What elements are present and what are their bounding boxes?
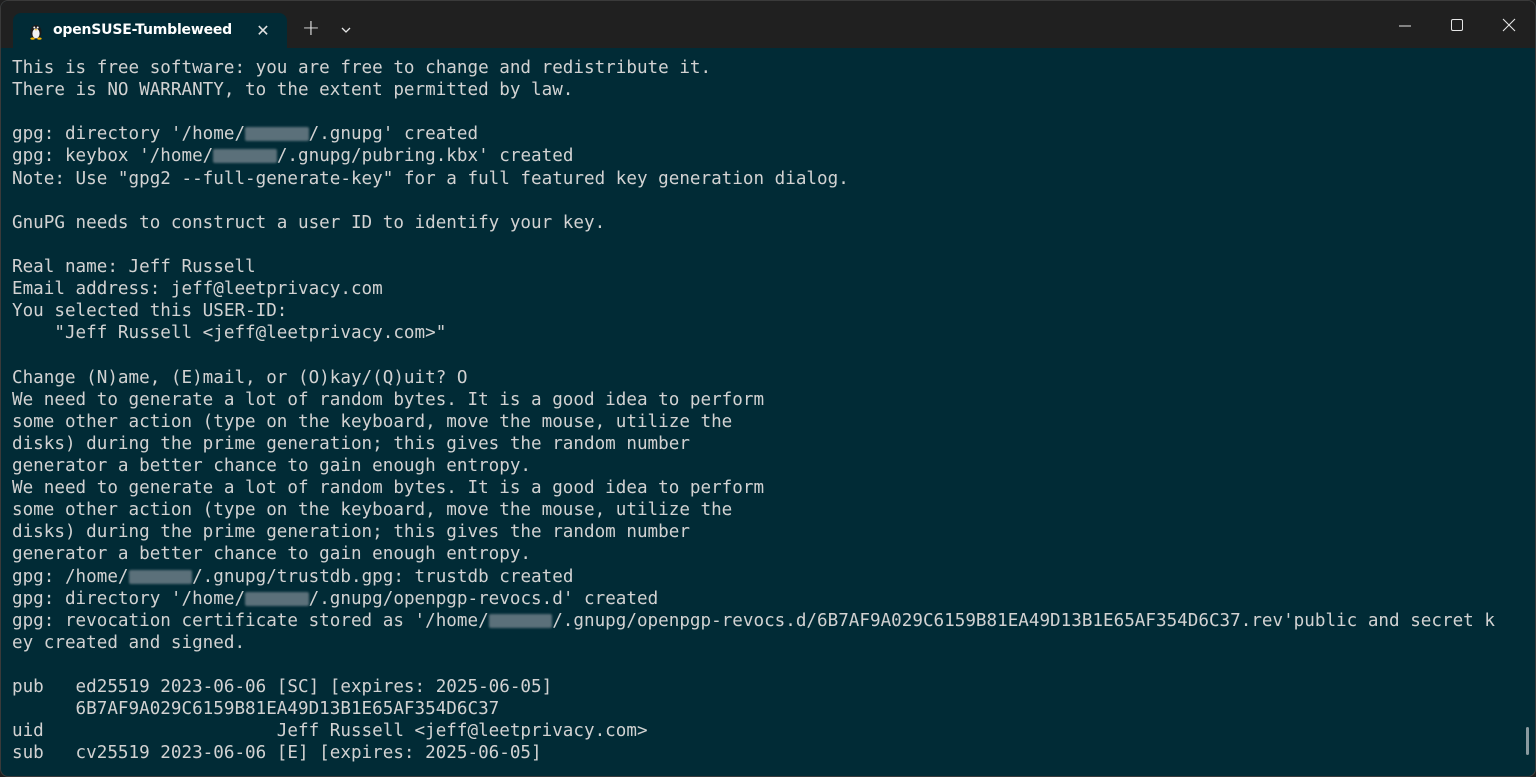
terminal-text: gpg: directory '/home/ bbox=[12, 124, 246, 145]
terminal-line: uid Jeff Russell <jeff@leetprivacy.com> bbox=[12, 720, 1522, 742]
terminal-text: gpg: /home/ bbox=[12, 566, 129, 587]
terminal-text: We need to generate a lot of random byte… bbox=[12, 478, 765, 499]
terminal-line: Change (N)ame, (E)mail, or (O)kay/(Q)uit… bbox=[12, 367, 1522, 389]
terminal-text: This is free software: you are free to c… bbox=[12, 58, 712, 78]
chevron-down-icon[interactable] bbox=[334, 14, 358, 46]
terminal-text: /.gnupg/pubring.kbx' created bbox=[276, 146, 574, 167]
terminal-line: Email address: jeff@leetprivacy.com bbox=[12, 278, 1522, 300]
terminal-text: /.gnupg/openpgp-revocs.d' created bbox=[308, 588, 659, 609]
terminal-line: We need to generate a lot of random byte… bbox=[12, 477, 1522, 499]
maximize-button[interactable] bbox=[1431, 1, 1483, 48]
terminal-line: disks) during the prime generation; this… bbox=[12, 521, 1522, 543]
terminal-text: disks) during the prime generation; this… bbox=[12, 522, 690, 543]
terminal-text: /.gnupg/trustdb.gpg: trustdb created bbox=[192, 566, 574, 587]
terminal-text: sub cv25519 2023-06-06 [E] [expires: 202… bbox=[12, 743, 542, 764]
terminal-line: gpg: revocation certificate stored as '/… bbox=[12, 610, 1522, 632]
redacted-username bbox=[245, 591, 309, 606]
terminal-text: /.gnupg/openpgp-revocs.d/6B7AF9A029C6159… bbox=[552, 610, 1495, 631]
terminal-text: disks) during the prime generation; this… bbox=[12, 433, 690, 454]
terminal-line: sub cv25519 2023-06-06 [E] [expires: 202… bbox=[12, 742, 1522, 764]
redacted-username bbox=[488, 613, 553, 628]
terminal-text: GnuPG needs to construct a user ID to id… bbox=[12, 212, 606, 233]
terminal-text: gpg: keybox '/home/ bbox=[12, 146, 214, 167]
terminal-text: /.gnupg' created bbox=[308, 124, 479, 145]
terminal-text: You selected this USER-ID: bbox=[12, 301, 288, 322]
terminal-line: Real name: Jeff Russell bbox=[12, 256, 1522, 278]
terminal-line: GnuPG needs to construct a user ID to id… bbox=[12, 212, 1522, 234]
terminal-text: gpg: revocation certificate stored as '/… bbox=[12, 610, 489, 631]
redacted-username bbox=[128, 569, 193, 584]
close-icon bbox=[1502, 18, 1516, 32]
close-tab-icon[interactable]: ✕ bbox=[251, 19, 275, 43]
terminal-line: some other action (type on the keyboard,… bbox=[12, 411, 1522, 433]
terminal-line: gpg: directory '/home/ /.gnupg' created bbox=[12, 123, 1522, 145]
terminal-text: generator a better chance to gain enough… bbox=[12, 544, 532, 565]
terminal-line: disks) during the prime generation; this… bbox=[12, 433, 1522, 455]
close-window-button[interactable] bbox=[1483, 1, 1535, 48]
terminal-text: Change (N)ame, (E)mail, or (O)kay/(Q)uit… bbox=[12, 367, 468, 388]
redacted-username bbox=[213, 149, 277, 164]
terminal-window: openSUSE-Tumbleweed ✕ + This is free sof… bbox=[0, 0, 1536, 777]
terminal-text: We need to generate a lot of random byte… bbox=[12, 389, 765, 410]
terminal-line: "Jeff Russell <jeff@leetprivacy.com>" bbox=[12, 322, 1522, 344]
terminal-text: ey created and signed. bbox=[12, 632, 246, 653]
terminal-line: This is free software: you are free to c… bbox=[12, 57, 1522, 79]
tab-opensuse-tumbleweed[interactable]: openSUSE-Tumbleweed ✕ bbox=[13, 13, 287, 48]
redacted-username bbox=[245, 127, 309, 142]
terminal-line: Note: Use "gpg2 --full-generate-key" for… bbox=[12, 168, 1522, 190]
minimize-button[interactable] bbox=[1379, 1, 1431, 48]
terminal-text: uid Jeff Russell <jeff@leetprivacy.com> bbox=[12, 721, 648, 742]
terminal-text: Real name: Jeff Russell bbox=[12, 256, 256, 277]
terminal-text: 6B7AF9A029C6159B81EA49D13B1E65AF354D6C37 bbox=[12, 699, 500, 720]
minimize-icon bbox=[1399, 25, 1411, 27]
terminal-line: ey created and signed. bbox=[12, 632, 1522, 654]
terminal-line: gpg: directory '/home/ /.gnupg/openpgp-r… bbox=[12, 588, 1522, 610]
terminal-line: You selected this USER-ID: bbox=[12, 300, 1522, 322]
terminal-text: some other action (type on the keyboard,… bbox=[12, 411, 733, 432]
terminal-line: some other action (type on the keyboard,… bbox=[12, 499, 1522, 521]
terminal-text: Email address: jeff@leetprivacy.com bbox=[12, 279, 383, 300]
terminal-text: some other action (type on the keyboard,… bbox=[12, 500, 733, 521]
tab-title: openSUSE-Tumbleweed bbox=[53, 22, 232, 38]
new-tab-button[interactable]: + bbox=[297, 14, 325, 46]
tux-penguin-icon bbox=[27, 22, 45, 40]
terminal-text: gpg: directory '/home/ bbox=[12, 588, 246, 609]
terminal-line: pub ed25519 2023-06-06 [SC] [expires: 20… bbox=[12, 676, 1522, 698]
terminal-text: generator a better chance to gain enough… bbox=[12, 455, 532, 476]
terminal-line: There is NO WARRANTY, to the extent perm… bbox=[12, 79, 1522, 101]
terminal-line: generator a better chance to gain enough… bbox=[12, 455, 1522, 477]
terminal-text: pub ed25519 2023-06-06 [SC] [expires: 20… bbox=[12, 677, 553, 698]
terminal-text: "Jeff Russell <jeff@leetprivacy.com>" bbox=[12, 323, 447, 344]
terminal-line: 6B7AF9A029C6159B81EA49D13B1E65AF354D6C37 bbox=[12, 698, 1522, 720]
terminal-line: gpg: /home/ /.gnupg/trustdb.gpg: trustdb… bbox=[12, 566, 1522, 588]
terminal-text: There is NO WARRANTY, to the extent perm… bbox=[12, 80, 574, 101]
title-bar: openSUSE-Tumbleweed ✕ + bbox=[1, 1, 1535, 48]
terminal-text: Note: Use "gpg2 --full-generate-key" for… bbox=[12, 168, 849, 189]
terminal-line: We need to generate a lot of random byte… bbox=[12, 389, 1522, 411]
terminal-line: gpg: keybox '/home/ /.gnupg/pubring.kbx'… bbox=[12, 145, 1522, 167]
terminal-line: generator a better chance to gain enough… bbox=[12, 543, 1522, 565]
terminal-output[interactable]: This is free software: you are free to c… bbox=[12, 57, 1522, 773]
maximize-icon bbox=[1451, 19, 1463, 31]
scrollbar[interactable] bbox=[1526, 727, 1529, 755]
